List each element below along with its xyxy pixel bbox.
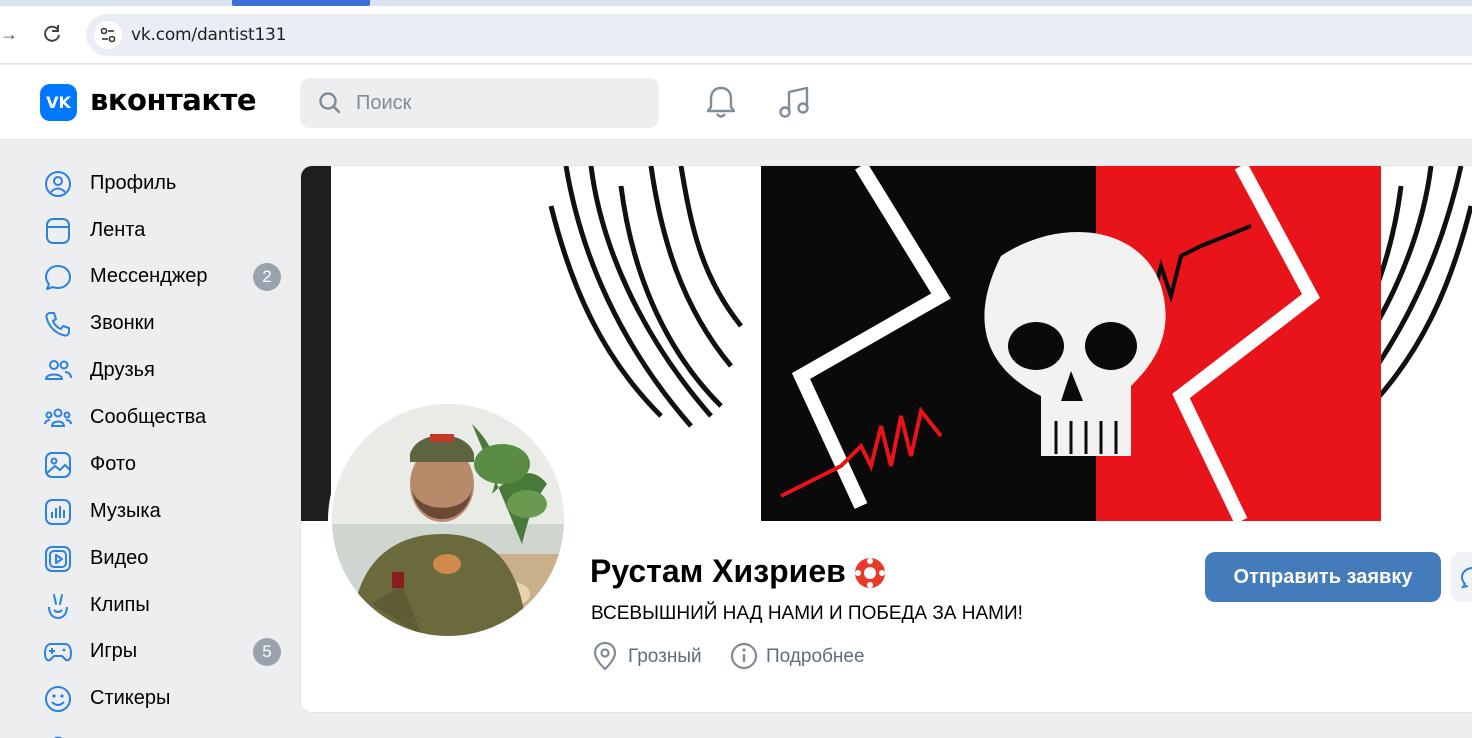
profile-name: Рустам Хизриев bbox=[590, 553, 846, 589]
vk-logo-badge-text: VK bbox=[46, 93, 71, 112]
bell-icon[interactable] bbox=[703, 83, 739, 121]
unread-badge: 2 bbox=[253, 263, 281, 291]
tab-strip bbox=[0, 0, 1472, 6]
sidebar-item-label: Видео bbox=[90, 547, 149, 569]
video-icon bbox=[45, 546, 71, 572]
sidebar-item-partial[interactable] bbox=[40, 724, 288, 738]
sidebar-item-messenger[interactable]: Мессенджер 2 bbox=[40, 255, 288, 297]
sidebar-item-profile[interactable]: Профиль bbox=[40, 162, 288, 204]
sidebar-item-clips[interactable]: Клипы bbox=[40, 584, 288, 626]
search-icon bbox=[319, 92, 341, 114]
browser-toolbar: → vk.com/dantist131 bbox=[0, 0, 1472, 64]
sidebar-item-calls[interactable]: Звонки bbox=[40, 302, 288, 344]
sidebar-item-label: Стикеры bbox=[90, 687, 171, 709]
stickers-icon bbox=[45, 686, 71, 712]
vk-logo-text[interactable]: вконтакте bbox=[90, 83, 257, 117]
music-icon bbox=[45, 499, 71, 525]
url-text[interactable]: vk.com/dantist131 bbox=[131, 25, 286, 45]
avatar-photo bbox=[332, 404, 564, 636]
sidebar-item-music[interactable]: Музыка bbox=[40, 490, 288, 532]
more-info-link[interactable]: Подробнее bbox=[766, 646, 865, 668]
search-box[interactable] bbox=[300, 78, 659, 128]
sidebar-item-video[interactable]: Видео bbox=[40, 537, 288, 579]
profile-city[interactable]: Грозный bbox=[628, 646, 702, 668]
phone-icon bbox=[45, 312, 70, 337]
message-icon bbox=[1460, 567, 1472, 589]
communities-icon bbox=[44, 408, 72, 427]
sidebar-item-label: Мессенджер bbox=[90, 265, 208, 287]
sidebar-item-photo[interactable]: Фото bbox=[40, 443, 288, 485]
site-settings-icon[interactable] bbox=[94, 21, 122, 49]
market-icon bbox=[53, 736, 63, 738]
avatar[interactable] bbox=[332, 404, 564, 636]
send-friend-request-button[interactable]: Отправить заявку bbox=[1205, 552, 1441, 602]
forward-arrow-icon[interactable]: → bbox=[0, 22, 18, 46]
active-tab-indicator[interactable] bbox=[232, 0, 370, 6]
games-icon bbox=[44, 643, 72, 662]
vk-header: VK вконтакте bbox=[0, 65, 1472, 140]
profile-status: ВСЕВЫШНИЙ НАД НАМИ И ПОБЕДА ЗА НАМИ! bbox=[591, 603, 1023, 624]
sidebar-item-label: Профиль bbox=[90, 172, 177, 194]
sidebar-item-label: Клипы bbox=[90, 594, 150, 616]
location-pin-icon bbox=[593, 641, 617, 671]
info-icon[interactable] bbox=[730, 642, 758, 670]
clips-icon bbox=[48, 594, 68, 620]
vk-logo-icon[interactable]: VK bbox=[40, 84, 77, 121]
profile-icon bbox=[45, 171, 71, 197]
message-button[interactable] bbox=[1451, 552, 1472, 602]
music-icon[interactable] bbox=[775, 83, 813, 121]
address-bar[interactable]: vk.com/dantist131 bbox=[86, 14, 1472, 56]
sidebar-item-friends[interactable]: Друзья bbox=[40, 349, 288, 391]
feed-icon bbox=[46, 218, 70, 244]
sidebar-item-label: Игры bbox=[90, 640, 138, 662]
sidebar-item-label: Друзья bbox=[90, 359, 155, 381]
reload-icon[interactable] bbox=[40, 22, 64, 46]
sidebar-item-label: Сообщества bbox=[90, 406, 207, 428]
sidebar-item-label: Звонки bbox=[90, 312, 155, 334]
photo-icon bbox=[45, 452, 71, 478]
sidebar-item-communities[interactable]: Сообщества bbox=[40, 396, 288, 438]
sidebar-item-label: Фото bbox=[90, 453, 136, 475]
left-sidebar: Профиль Лента Мессенджер 2 Звонки Друзья… bbox=[0, 141, 300, 738]
unread-badge: 5 bbox=[253, 638, 281, 666]
search-input[interactable] bbox=[356, 78, 646, 128]
messenger-icon bbox=[45, 265, 71, 290]
sidebar-item-stickers[interactable]: Стикеры bbox=[40, 677, 288, 719]
sidebar-item-games[interactable]: Игры 5 bbox=[40, 630, 288, 672]
friends-icon bbox=[44, 360, 72, 380]
sidebar-item-label: Музыка bbox=[90, 500, 161, 522]
sidebar-item-label: Лента bbox=[90, 219, 146, 241]
emoji-status-icon[interactable] bbox=[853, 556, 887, 590]
sidebar-item-feed[interactable]: Лента bbox=[40, 209, 288, 251]
